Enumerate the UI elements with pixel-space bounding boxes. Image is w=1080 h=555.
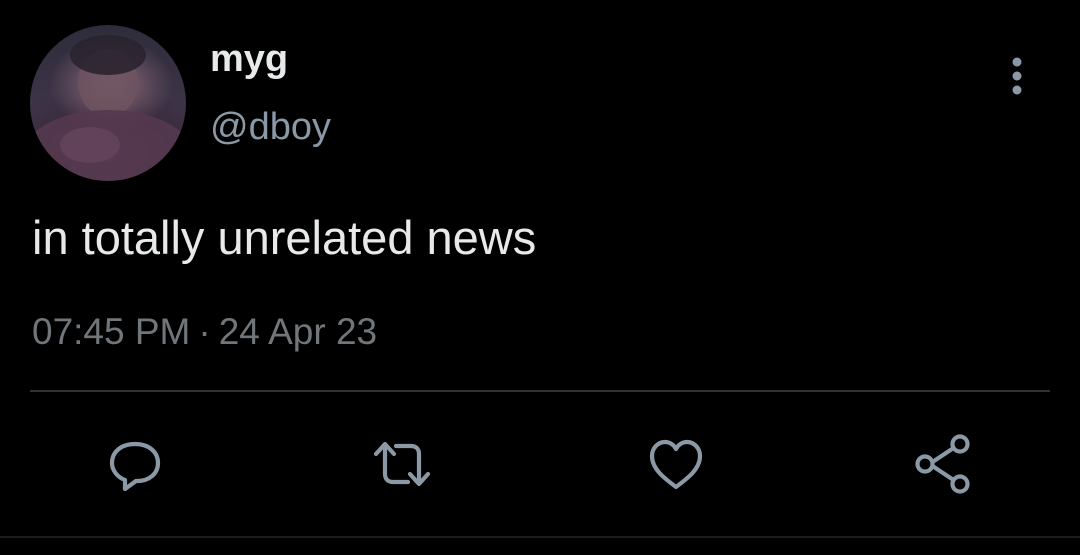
share-icon	[915, 434, 970, 494]
tweet-detail: myg @dboy in totally unrelated news 07:4…	[0, 0, 1080, 555]
bottom-divider	[0, 536, 1080, 538]
timestamp-separator: ·	[198, 311, 211, 352]
like-button[interactable]	[644, 432, 708, 496]
reply-button[interactable]	[103, 432, 167, 496]
avatar-photo	[30, 35, 186, 181]
tweet-text: in totally unrelated news	[32, 211, 537, 264]
tweet-date: 24 Apr 23	[218, 311, 378, 352]
divider	[30, 390, 1050, 392]
tweet-timestamp[interactable]: 07:45 PM · 24 Apr 23	[32, 313, 377, 350]
share-button[interactable]	[911, 432, 975, 496]
tweet-time: 07:45 PM	[32, 311, 191, 352]
avatar[interactable]	[30, 25, 186, 181]
retweet-icon	[373, 441, 431, 487]
user-handle[interactable]: @dboy	[210, 108, 331, 146]
display-name[interactable]: myg	[210, 40, 288, 78]
more-options-icon[interactable]	[1005, 56, 1029, 96]
reply-icon	[109, 441, 161, 492]
heart-icon	[649, 439, 703, 490]
retweet-button[interactable]	[370, 432, 434, 496]
